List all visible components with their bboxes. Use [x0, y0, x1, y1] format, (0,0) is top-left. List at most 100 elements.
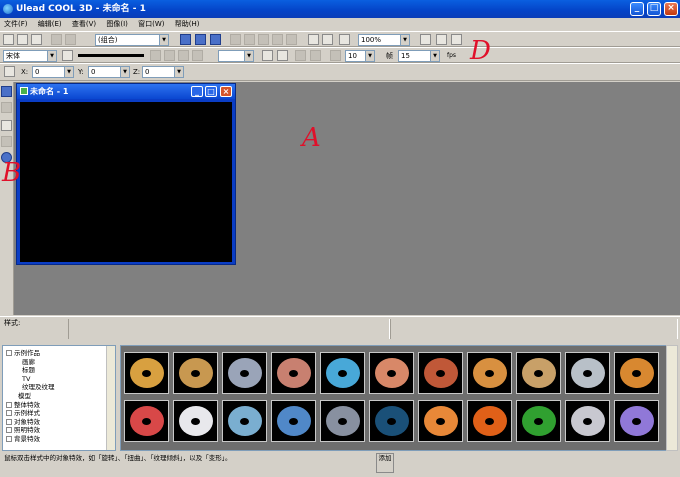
- align-icon-3[interactable]: [258, 34, 269, 45]
- x-field[interactable]: 0 ▼: [32, 66, 74, 78]
- rotate-object-icon[interactable]: [195, 34, 206, 45]
- minimize-button[interactable]: _: [630, 2, 644, 16]
- effect-thumbnail[interactable]: [418, 352, 463, 394]
- effect-thumbnail[interactable]: [614, 352, 659, 394]
- effect-thumbnail[interactable]: [467, 400, 512, 442]
- tree-scrollbar[interactable]: [106, 346, 115, 450]
- effect-thumbnail[interactable]: [565, 352, 610, 394]
- expand-icon[interactable]: [6, 418, 12, 425]
- align-icon-4[interactable]: [272, 34, 283, 45]
- effect-thumbnail[interactable]: [369, 352, 414, 394]
- first-frame-icon[interactable]: [262, 50, 273, 61]
- render-icon[interactable]: [339, 34, 350, 45]
- save-icon[interactable]: [31, 34, 42, 45]
- expand-icon[interactable]: [6, 427, 12, 434]
- align-icon-5[interactable]: [286, 34, 297, 45]
- doc-minimize-button[interactable]: _: [191, 86, 203, 97]
- align-icon-2[interactable]: [244, 34, 255, 45]
- frames-icon[interactable]: [330, 50, 341, 61]
- tree-item[interactable]: 整体特效: [6, 401, 115, 410]
- close-button[interactable]: ×: [664, 2, 678, 16]
- size-field[interactable]: 10 ▼: [345, 50, 375, 62]
- tree-item[interactable]: 标题: [6, 366, 115, 375]
- add-button[interactable]: 添加: [376, 453, 394, 473]
- expand-icon[interactable]: [6, 350, 12, 356]
- edit-text-icon[interactable]: [1, 102, 12, 113]
- fps-unit: fps: [447, 52, 457, 59]
- effect-thumbnail[interactable]: [516, 400, 561, 442]
- tree-item[interactable]: 画廊: [6, 358, 115, 367]
- move-object-icon[interactable]: [180, 34, 191, 45]
- open-icon[interactable]: [17, 34, 28, 45]
- tree-item[interactable]: 纹理及纹理: [6, 383, 115, 392]
- export-icon[interactable]: [420, 34, 431, 45]
- effect-thumbnail[interactable]: [565, 400, 610, 442]
- effect-thumbnail[interactable]: [467, 352, 512, 394]
- effect-thumbnail[interactable]: [369, 400, 414, 442]
- frame-input[interactable]: ▼: [218, 50, 254, 62]
- effect-thumbnail[interactable]: [173, 400, 218, 442]
- group-icon[interactable]: [1, 136, 12, 147]
- undo-icon[interactable]: [51, 34, 62, 45]
- new-icon[interactable]: [3, 34, 14, 45]
- render-canvas[interactable]: [20, 102, 232, 262]
- tree-item[interactable]: 模型: [6, 392, 115, 401]
- y-field[interactable]: 0 ▼: [88, 66, 130, 78]
- expand-icon[interactable]: [6, 401, 12, 408]
- insert-text-icon[interactable]: [1, 86, 12, 97]
- effect-thumbnail[interactable]: [173, 352, 218, 394]
- add-frame-icon[interactable]: [150, 50, 161, 61]
- effect-thumbnail[interactable]: [320, 400, 365, 442]
- tree-item[interactable]: 示例样式: [6, 409, 115, 418]
- play-icon[interactable]: [295, 50, 306, 61]
- copy-frame-icon[interactable]: [178, 50, 189, 61]
- effect-thumbnail[interactable]: [271, 400, 316, 442]
- effect-thumbnail[interactable]: [124, 400, 169, 442]
- gallery-scrollbar[interactable]: [666, 345, 678, 451]
- effect-thumbnail[interactable]: [418, 400, 463, 442]
- z-field[interactable]: 0 ▼: [142, 66, 184, 78]
- tree-item[interactable]: 示例作品: [6, 349, 115, 358]
- stop-icon[interactable]: [310, 50, 321, 61]
- menu-image[interactable]: 图像(I): [102, 18, 132, 31]
- effect-thumbnail[interactable]: [271, 352, 316, 394]
- insert-geometry-icon[interactable]: [1, 120, 12, 131]
- size-object-icon[interactable]: [210, 34, 221, 45]
- frame-slider[interactable]: [78, 54, 144, 57]
- doc-close-button[interactable]: ×: [220, 86, 232, 97]
- menu-help[interactable]: 帮助(H): [171, 18, 204, 31]
- preset-combo[interactable]: (组合) ▼: [95, 34, 169, 46]
- preview-icon[interactable]: [322, 34, 333, 45]
- expand-icon[interactable]: [6, 435, 12, 442]
- align-icon-1[interactable]: [230, 34, 241, 45]
- attribute-panel: [68, 319, 390, 339]
- expand-icon[interactable]: [6, 410, 12, 417]
- menu-window[interactable]: 窗口(W): [134, 18, 168, 31]
- remove-frame-icon[interactable]: [164, 50, 175, 61]
- effect-thumbnail[interactable]: [516, 352, 561, 394]
- effect-thumbnail[interactable]: [124, 352, 169, 394]
- reverse-icon[interactable]: [192, 50, 203, 61]
- doc-maximize-button[interactable]: □: [205, 86, 217, 97]
- help-icon[interactable]: [451, 34, 462, 45]
- font-combo[interactable]: 宋体 ▼: [3, 50, 57, 62]
- effect-gallery: [120, 345, 667, 451]
- annotation-b: B: [2, 158, 22, 188]
- menu-edit[interactable]: 编辑(E): [34, 18, 66, 31]
- import-icon[interactable]: [436, 34, 447, 45]
- fps-combo[interactable]: 15 ▼: [398, 50, 440, 62]
- loop-icon[interactable]: [277, 50, 288, 61]
- maximize-button[interactable]: □: [647, 2, 661, 16]
- effect-thumbnail[interactable]: [222, 352, 267, 394]
- menu-file[interactable]: 文件(F): [0, 18, 32, 31]
- effect-thumbnail[interactable]: [320, 352, 365, 394]
- effect-thumbnail[interactable]: [222, 400, 267, 442]
- redo-icon[interactable]: [65, 34, 76, 45]
- effect-thumbnail[interactable]: [614, 400, 659, 442]
- reset-icon[interactable]: [308, 34, 319, 45]
- tree-item[interactable]: 背景特效: [6, 435, 115, 444]
- tree-item[interactable]: 照明特效: [6, 426, 115, 435]
- zoom-combo[interactable]: 100% ▼: [358, 34, 410, 46]
- menu-view[interactable]: 查看(V): [68, 18, 100, 31]
- bold-icon[interactable]: [62, 50, 73, 61]
